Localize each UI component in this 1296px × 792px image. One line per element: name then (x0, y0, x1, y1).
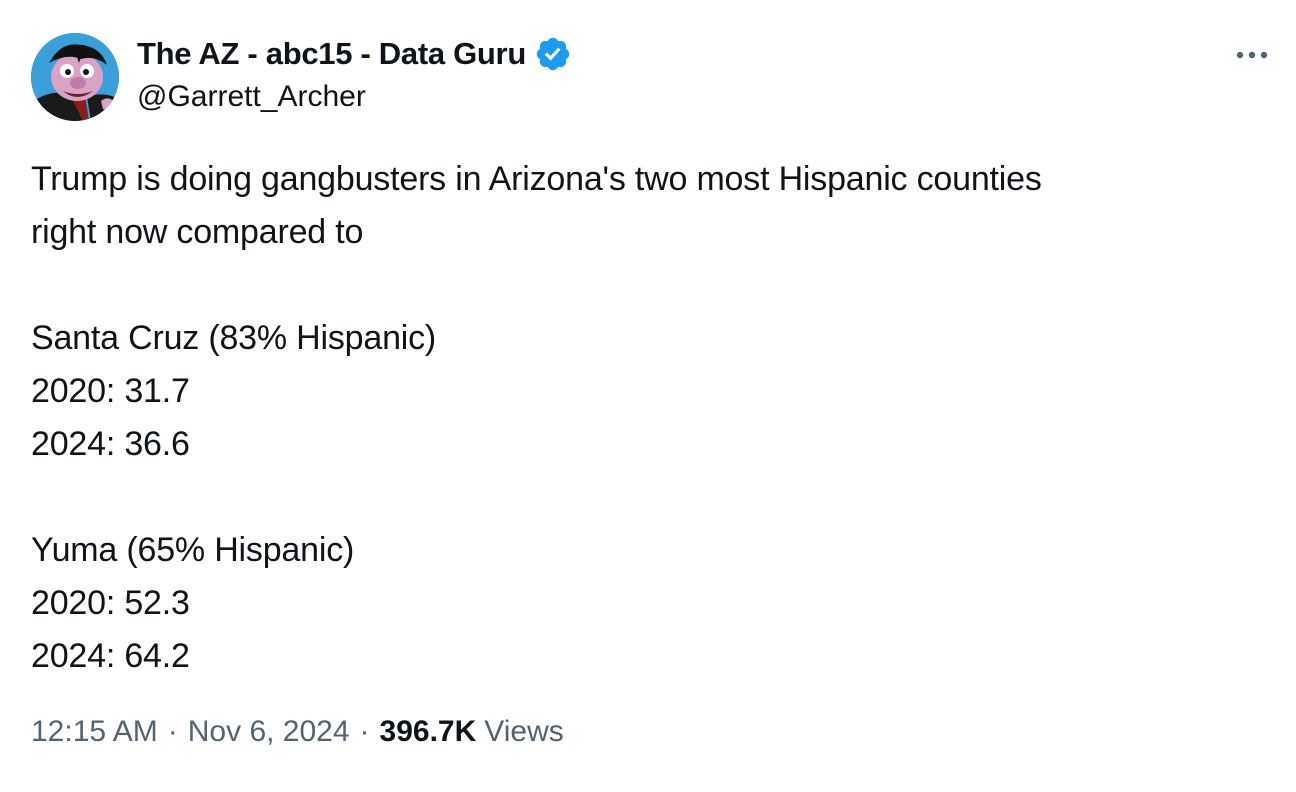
tweet-text: Trump is doing gangbusters in Arizona's … (31, 153, 1251, 683)
tweet-meta: 12:15 AM · Nov 6, 2024 · 396.7K Views (31, 715, 564, 749)
tweet: The AZ - abc15 - Data Guru @Garrett_Arch… (0, 0, 1296, 792)
tweet-text-line: 2024: 36.6 (31, 425, 190, 463)
views-label: Views (484, 715, 564, 748)
name-row: The AZ - abc15 - Data Guru (137, 34, 572, 74)
tweet-time[interactable]: 12:15 AM (31, 715, 158, 749)
meta-separator: · (359, 715, 370, 748)
avatar-icon (31, 33, 119, 121)
tweet-text-line: right now compared to (31, 213, 364, 251)
tweet-text-line: Trump is doing gangbusters in Arizona's … (31, 160, 1042, 198)
tweet-header: The AZ - abc15 - Data Guru @Garrett_Arch… (137, 34, 572, 114)
verified-badge-icon[interactable] (534, 35, 572, 73)
meta-separator: · (167, 715, 178, 748)
avatar[interactable] (31, 33, 119, 121)
tweet-text-line: 2020: 52.3 (31, 584, 190, 622)
tweet-text-line (31, 259, 1251, 312)
tweet-date[interactable]: Nov 6, 2024 (188, 715, 350, 749)
tweet-text-line: Santa Cruz (83% Hispanic) (31, 319, 437, 357)
more-icon[interactable] (1234, 40, 1270, 70)
views-count: 396.7K (379, 715, 477, 748)
tweet-text-line: 2024: 64.2 (31, 637, 190, 675)
tweet-text-line (31, 471, 1251, 524)
tweet-text-line: 2020: 31.7 (31, 372, 190, 410)
author-handle[interactable]: @Garrett_Archer (137, 80, 572, 114)
author-display-name[interactable]: The AZ - abc15 - Data Guru (137, 36, 526, 72)
tweet-text-line: Yuma (65% Hispanic) (31, 531, 355, 569)
